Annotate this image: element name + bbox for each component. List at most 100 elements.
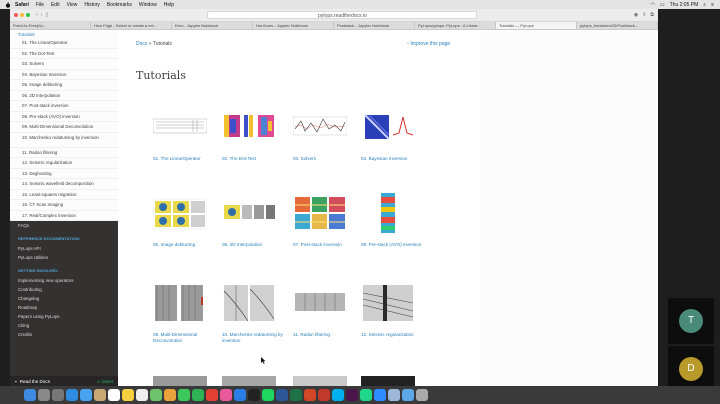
- system-preferences-icon[interactable]: [52, 389, 64, 401]
- tutorial-thumbnail-partial[interactable]: [293, 376, 347, 386]
- menu-help[interactable]: Help: [164, 2, 174, 8]
- sidebar-faq-link[interactable]: FAQs: [18, 221, 118, 230]
- acrobat-icon[interactable]: [318, 389, 330, 401]
- share-icon[interactable]: ⇪: [642, 12, 646, 18]
- tutorial-card[interactable]: 01. The LinearOperator: [152, 107, 215, 162]
- zoom-window-button[interactable]: [26, 13, 30, 17]
- read-the-docs-footer[interactable]: ▪ Read the Docs v: latest: [10, 376, 118, 386]
- sidebar-item[interactable]: 09. Multi-Dimensional Deconvolution: [10, 122, 118, 133]
- address-bar[interactable]: pylops.readthedocs.io: [207, 11, 478, 19]
- tab-active[interactable]: Tutorials — PyLops: [496, 22, 577, 29]
- tutorial-link[interactable]: 02. The Dot-Test: [222, 156, 284, 162]
- minimize-window-button[interactable]: [20, 13, 24, 17]
- menu-list-icon[interactable]: ≡: [711, 2, 714, 8]
- tutorial-card[interactable]: 10. Marchenko redatuming by inversion: [222, 283, 284, 344]
- version-selector[interactable]: v: latest: [97, 379, 113, 384]
- clock[interactable]: Thu 2:05 PM: [670, 2, 699, 8]
- tutorial-link[interactable]: 09. Multi-Dimensional Deconvolution: [153, 332, 215, 344]
- wifi-icon[interactable]: ◠: [651, 2, 655, 8]
- excel-icon[interactable]: [290, 389, 302, 401]
- sidebar-item[interactable]: 12. Seismic regularization: [10, 158, 118, 169]
- sidebar-item[interactable]: 01. The LinearOperator: [10, 38, 118, 49]
- breadcrumb-home[interactable]: Docs: [136, 41, 147, 47]
- sidebar-item[interactable]: 07. Post-stack inversion: [10, 101, 118, 112]
- show-tabs-icon[interactable]: ⧉: [650, 12, 654, 18]
- sidebar-item[interactable]: 15. Least-squares migration: [10, 190, 118, 200]
- zoom-icon[interactable]: [374, 389, 386, 401]
- sidebar-item[interactable]: 05. Image deblurring: [10, 80, 118, 91]
- itunes-icon[interactable]: [220, 389, 232, 401]
- sidebar-item[interactable]: 06. 2D Interpolation: [10, 91, 118, 101]
- trash-icon[interactable]: [416, 389, 428, 401]
- tutorial-thumbnail-partial[interactable]: [153, 376, 207, 386]
- tutorial-link[interactable]: 07. Post-stack inversion: [293, 242, 355, 248]
- menu-window[interactable]: Window: [139, 2, 157, 8]
- sidebar-involved-link[interactable]: Roadmap: [18, 303, 118, 312]
- finder-icon[interactable]: [24, 389, 36, 401]
- slack-icon[interactable]: [346, 389, 358, 401]
- tutorial-card[interactable]: 02. The Dot-Test: [222, 107, 284, 162]
- sidebar-ref-link[interactable]: PyLops API: [18, 244, 118, 253]
- safari-icon[interactable]: [66, 389, 78, 401]
- terminal-icon[interactable]: [248, 389, 260, 401]
- tutorial-link[interactable]: 04. Bayesian Inversion: [361, 156, 423, 162]
- pycharm-icon[interactable]: [360, 389, 372, 401]
- tutorial-card[interactable]: 05. Image deblurring: [152, 193, 215, 248]
- apple-icon[interactable]: [5, 1, 11, 8]
- tutorial-card[interactable]: 09. Multi-Dimensional Deconvolution: [153, 283, 215, 344]
- tutorial-link[interactable]: 01. The LinearOperator: [153, 156, 215, 162]
- menu-edit[interactable]: Edit: [51, 2, 60, 8]
- tutorial-card[interactable]: 03. Solvers: [292, 107, 355, 162]
- tutorial-link[interactable]: 12. Seismic regularization: [361, 332, 423, 338]
- sidebar-involved-link[interactable]: Changelog: [18, 294, 118, 303]
- tutorial-link[interactable]: 10. Marchenko redatuming by inversion: [222, 332, 284, 344]
- maps-icon[interactable]: [150, 389, 162, 401]
- skype-icon[interactable]: [332, 389, 344, 401]
- sidebar-involved-link[interactable]: Contributing: [18, 285, 118, 294]
- word-icon[interactable]: [276, 389, 288, 401]
- reader-icon[interactable]: ◉: [634, 12, 638, 18]
- chrome-icon[interactable]: [206, 389, 218, 401]
- sidebar-involved-link[interactable]: Papers using PyLops: [18, 312, 118, 321]
- powerpoint-icon[interactable]: [304, 389, 316, 401]
- tutorial-card[interactable]: 11. Radon filtering: [293, 283, 355, 338]
- notes-icon[interactable]: [122, 389, 134, 401]
- reminders-icon[interactable]: [136, 389, 148, 401]
- contacts-icon[interactable]: [94, 389, 106, 401]
- app-store-icon[interactable]: [234, 389, 246, 401]
- battery-icon[interactable]: ▭: [660, 2, 665, 8]
- tab[interactable]: Poststack - Jupyter Notebook: [334, 22, 415, 29]
- folder-icon[interactable]: [402, 389, 414, 401]
- menu-history[interactable]: History: [84, 2, 100, 8]
- sidebar-toggle-icon[interactable]: ▯: [45, 12, 48, 18]
- spotify-icon[interactable]: [262, 389, 274, 401]
- forward-icon[interactable]: ›: [41, 12, 43, 18]
- sidebar-item[interactable]: 10. Marchenko redatuming by inversion: [10, 133, 118, 148]
- sidebar-item[interactable]: 16. CT Scan Imaging: [10, 200, 118, 211]
- back-icon[interactable]: ‹: [36, 12, 38, 18]
- tutorial-thumbnail-partial[interactable]: [222, 376, 276, 386]
- sidebar-item[interactable]: 13. Deghosting: [10, 169, 118, 179]
- menu-file[interactable]: File: [36, 2, 44, 8]
- tab[interactable]: How Fdge - Select or create a ext...: [91, 22, 172, 29]
- tab[interactable]: Eero - Jupyter Notebook: [172, 22, 253, 29]
- preview-icon[interactable]: [388, 389, 400, 401]
- tab[interactable]: Fixed-to-Free(fs)...: [10, 22, 91, 29]
- calendar-icon[interactable]: [108, 389, 120, 401]
- tutorial-card[interactable]: 04. Bayesian Inversion: [361, 107, 423, 162]
- menu-bookmarks[interactable]: Bookmarks: [107, 2, 132, 8]
- tutorial-link[interactable]: 11. Radon filtering: [293, 332, 355, 338]
- sidebar-involved-link[interactable]: Citing: [18, 321, 118, 330]
- messages-icon[interactable]: [178, 389, 190, 401]
- tab[interactable]: PyLops/pylops: PyLops - A Linear...: [415, 22, 496, 29]
- sidebar-item[interactable]: 14. Seismic wavefield decomposition: [10, 179, 118, 190]
- tutorial-link[interactable]: 03. Solvers: [293, 156, 355, 162]
- sidebar-current-section[interactable]: Tutorials: [10, 31, 118, 38]
- tutorial-card[interactable]: 06. 2D Interpolation: [222, 193, 284, 248]
- sidebar-item[interactable]: 04. Bayesian Inversion: [10, 70, 118, 80]
- tutorial-thumbnail-partial[interactable]: [361, 376, 415, 386]
- sidebar-involved-link[interactable]: Credits: [18, 330, 118, 339]
- sidebar-item[interactable]: 08. Pre-stack (AVO) inversion: [10, 112, 118, 122]
- launchpad-icon[interactable]: [38, 389, 50, 401]
- tutorial-link[interactable]: 05. Image deblurring: [153, 242, 215, 248]
